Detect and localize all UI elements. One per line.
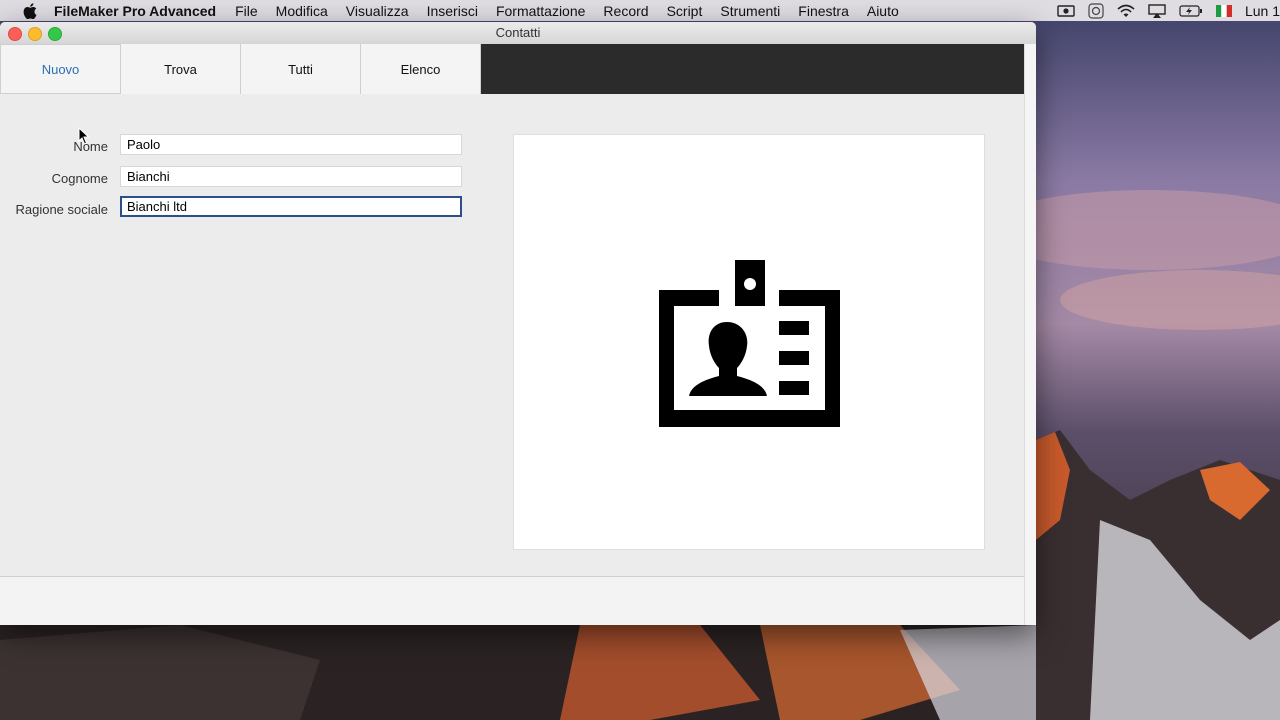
screen-record-icon[interactable]: [1057, 4, 1075, 18]
status-menu-area: Lun 1: [1044, 0, 1280, 21]
ragione-sociale-label: Ragione sociale: [15, 202, 108, 217]
italian-flag-icon[interactable]: [1215, 4, 1232, 17]
app-status-icon[interactable]: [1088, 2, 1104, 19]
wifi-icon[interactable]: [1117, 4, 1135, 18]
battery-icon[interactable]: [1179, 4, 1203, 17]
tab-nuovo[interactable]: Nuovo: [0, 44, 121, 94]
menu-inserisci[interactable]: Inserisci: [427, 3, 478, 19]
menu-formattazione[interactable]: Formattazione: [496, 3, 585, 19]
tab-tutti-label: Tutti: [288, 61, 313, 77]
tab-nuovo-label: Nuovo: [41, 61, 80, 77]
window-titlebar[interactable]: Contatti: [0, 22, 1036, 45]
menu-bar: FileMaker Pro Advanced File Modifica Vis…: [0, 0, 1280, 21]
nome-label: Nome: [73, 139, 108, 154]
menu-strumenti[interactable]: Strumenti: [720, 3, 780, 19]
mouse-cursor-icon: [78, 127, 90, 145]
menu-aiuto[interactable]: Aiuto: [867, 3, 899, 19]
contatti-window: Contatti Nuovo Trova Tutti Elenco Nome P…: [0, 22, 1036, 625]
tab-tutti[interactable]: Tutti: [241, 44, 361, 94]
tab-elenco-label: Elenco: [400, 61, 441, 77]
menu-modifica[interactable]: Modifica: [276, 3, 328, 19]
tab-trova[interactable]: Trova: [121, 44, 241, 94]
menu-visualizza[interactable]: Visualizza: [346, 3, 409, 19]
window-title: Contatti: [495, 25, 541, 40]
navigation-tab-bar: Nuovo Trova Tutti Elenco: [0, 44, 1024, 94]
menu-record[interactable]: Record: [603, 3, 648, 19]
menu-finestra[interactable]: Finestra: [798, 3, 849, 19]
ragione-sociale-field[interactable]: Bianchi ltd: [120, 196, 462, 217]
menu-script[interactable]: Script: [667, 3, 703, 19]
apple-menu-icon[interactable]: [20, 2, 40, 19]
vertical-scrollbar[interactable]: [1024, 44, 1036, 625]
tab-elenco[interactable]: Elenco: [361, 44, 481, 94]
airplay-icon[interactable]: [1148, 3, 1166, 18]
menubar-clock[interactable]: Lun 1: [1245, 3, 1280, 19]
id-badge-icon: [659, 260, 840, 427]
contact-photo-container[interactable]: [513, 134, 985, 550]
tab-trova-label: Trova: [164, 61, 197, 77]
cognome-label: Cognome: [51, 171, 108, 186]
window-status-footer: [0, 576, 1024, 625]
zoom-window-button[interactable]: [48, 27, 62, 41]
menu-file[interactable]: File: [235, 3, 258, 19]
close-window-button[interactable]: [8, 27, 22, 41]
nome-field[interactable]: Paolo: [120, 134, 462, 155]
layout-content: Nuovo Trova Tutti Elenco Nome Paolo Cogn…: [0, 44, 1024, 625]
minimize-window-button[interactable]: [28, 27, 42, 41]
app-name-menu[interactable]: FileMaker Pro Advanced: [54, 3, 216, 19]
cognome-field[interactable]: Bianchi: [120, 166, 462, 187]
